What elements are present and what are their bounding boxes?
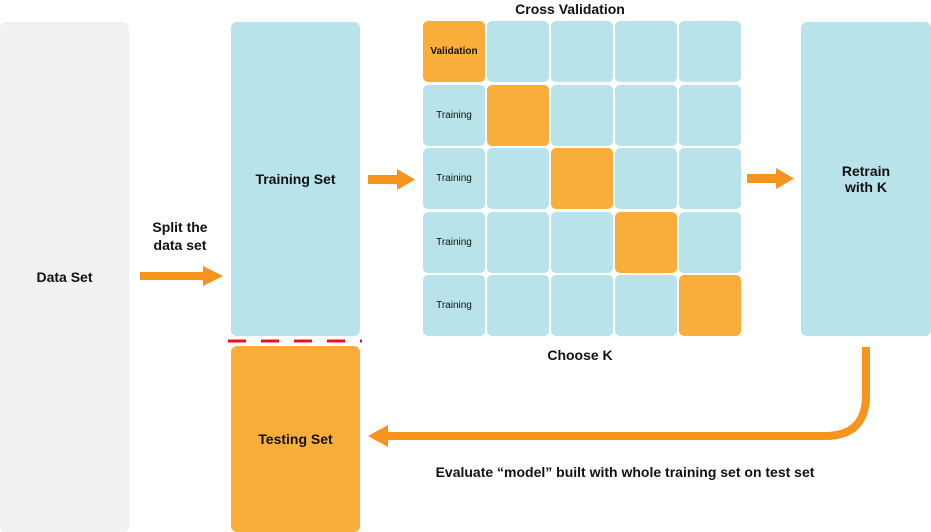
connectors	[140, 168, 870, 447]
to-cv-arrow-icon	[368, 169, 415, 190]
split-arrow-icon	[140, 266, 223, 286]
to-retrain-arrow-icon	[747, 168, 794, 189]
evaluate-arrow-icon	[368, 347, 870, 447]
